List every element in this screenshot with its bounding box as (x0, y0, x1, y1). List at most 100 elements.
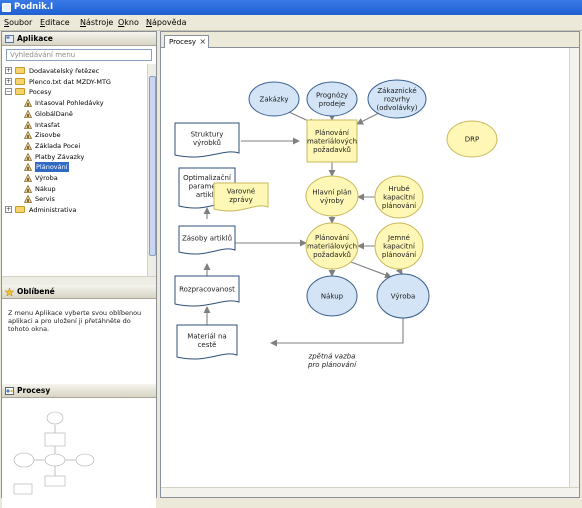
sidebar: Aplikace Vyhledávání menu + Dodavatelský … (1, 31, 157, 508)
tree-item[interactable]: Plánování (2, 162, 142, 173)
folder-icon (15, 88, 25, 96)
planovani-top-node[interactable]: Plánování materiálových požadavků (306, 119, 358, 163)
expand-icon[interactable]: + (5, 206, 12, 214)
prognozy-label: Prognózy prodeje (316, 91, 348, 108)
zakazky-label: Zakázky (260, 96, 289, 104)
preview-header: Procesy (2, 384, 156, 398)
prognozy-node[interactable]: Prognózy prodeje (306, 81, 358, 117)
tab-strip: Procesy × (161, 32, 579, 48)
nakup-node[interactable]: Nákup (306, 275, 358, 317)
struktury-label: Struktury výrobků (191, 130, 224, 147)
tree-item[interactable]: Intasoval Pohledávky (2, 98, 142, 108)
menu-editace[interactable]: Editace (40, 18, 70, 27)
vyroba-node[interactable]: Výroba (376, 273, 430, 319)
tree-item-label: Platby Závazky (35, 152, 85, 161)
menu-nastroje[interactable]: Nástroje (80, 18, 113, 27)
process-icon (24, 184, 32, 193)
tree-item[interactable]: Intasfat (2, 120, 142, 130)
vertical-scrollbar[interactable] (569, 48, 579, 488)
expand-icon[interactable]: + (5, 77, 12, 85)
drp-node[interactable]: DRP (446, 120, 498, 158)
process-preview[interactable] (2, 398, 156, 508)
tree-item-label: Nákup (35, 184, 56, 193)
process-icon (24, 163, 32, 172)
rozpracovanost-node[interactable]: Rozpracovanost (174, 275, 240, 307)
zakaznicke-node[interactable]: Zákaznické rozvrhy (odvolávky) (367, 79, 427, 119)
tree-item-label: Intasfat (35, 120, 60, 129)
tree-item-label: Administrativa (29, 206, 77, 215)
vyroba-label: Výroba (391, 293, 415, 301)
tab-procesy[interactable]: Procesy × (164, 35, 210, 48)
process-icon (24, 174, 32, 182)
collapse-icon[interactable]: − (5, 88, 12, 96)
window-title: Podnik.I (14, 2, 54, 12)
tree-item[interactable]: Platby Závazky (2, 152, 142, 162)
process-icon (24, 131, 32, 140)
struktury-node[interactable]: Struktury výrobků (174, 122, 240, 158)
process-icon (24, 141, 32, 150)
varovne-label: Varovné zprávy (227, 187, 255, 204)
applications-icon (5, 35, 14, 43)
nakup-label: Nákup (321, 293, 344, 301)
tree-item-label: Zisovbe (35, 131, 61, 140)
tree-item[interactable]: Výroba (2, 173, 142, 183)
folder-icon (15, 77, 25, 85)
tree-horizontal-scrollbar[interactable] (2, 276, 156, 285)
material-node[interactable]: Materiál na cestě (176, 324, 238, 360)
search-input[interactable]: Vyhledávání menu (6, 49, 152, 61)
favorites-hint: Z menu Aplikace vyberte svou oblíbenou a… (8, 309, 142, 333)
folder-icon (15, 67, 25, 74)
process-icon (24, 152, 32, 161)
process-icon (24, 109, 32, 118)
tab-label: Procesy (169, 38, 197, 46)
tree-item-label: Plánování (35, 162, 69, 173)
close-icon[interactable]: × (199, 36, 206, 48)
expand-icon[interactable]: + (5, 67, 12, 74)
planovani-mid-node[interactable]: Plánování materiálových požadavků (305, 222, 359, 270)
menu-soubor[interactable]: Soubor (4, 18, 32, 27)
process-icon (24, 120, 32, 129)
zakazky-node[interactable]: Zakázky (248, 81, 300, 117)
tree-item[interactable]: Nákup (2, 184, 142, 194)
drp-label: DRP (465, 136, 479, 144)
tree-item-label: Dodavatelský řetězec (29, 67, 100, 75)
tree-item[interactable]: + Plenco.txt dat MZDY-MTG (2, 77, 142, 87)
app-icon (2, 3, 11, 12)
star-icon (5, 288, 14, 296)
hrube-node[interactable]: Hrubé kapacitní plánování (374, 175, 424, 219)
tree-scrollbar[interactable] (147, 64, 156, 285)
menu-napoveda[interactable]: Nápověda (146, 18, 187, 27)
main-area: Procesy × Zakázky Prognózy prodeje Zákaznic… (160, 31, 580, 498)
tree-item[interactable]: GlobálDaně (2, 109, 142, 119)
arrow-jemne-vyroba (395, 267, 403, 275)
process-diagram: Zakázky Prognózy prodeje Zákaznické rozvrhy(… (174, 79, 498, 369)
preview-title: Procesy (17, 386, 51, 395)
tree-item-label: Servis (35, 195, 55, 204)
menu-okno[interactable]: Okno (118, 18, 139, 27)
tree-item-label: Pocesy (29, 88, 52, 97)
favorites-header: Oblíbené (2, 285, 156, 299)
tree-item[interactable]: Servis (2, 194, 142, 204)
favorites-title: Oblíbené (17, 287, 55, 296)
tree-item-label: Základa Pocei (35, 141, 81, 150)
tree-item-label: GlobálDaně (35, 109, 73, 118)
preview-thumbnail (13, 411, 95, 495)
scroll-thumb[interactable] (149, 76, 156, 256)
tree-item[interactable]: + Administrativa (2, 205, 142, 215)
jemne-node[interactable]: Jemné kapacitní plánování (374, 222, 424, 270)
tree-item[interactable]: + Dodavatelský řetězec (2, 66, 142, 76)
applications-title: Aplikace (17, 34, 53, 43)
menu-bar: Soubor Editace Nástroje Okno Nápověda (0, 15, 582, 31)
zasoby-node[interactable]: Zásoby artiklů (178, 225, 236, 255)
tree-item[interactable]: − Pocesy (2, 87, 142, 97)
tree-item[interactable]: Základa Pocei (2, 141, 142, 151)
tree-item-label: Intasoval Pohledávky (35, 99, 104, 108)
tree-item-label: Výroba (35, 174, 58, 182)
tree-item[interactable]: Zisovbe (2, 130, 142, 140)
zasoby-label: Zásoby artiklů (182, 235, 232, 243)
folder-icon (15, 206, 25, 214)
process-icon (24, 195, 32, 204)
varovne-node[interactable]: Varovné zprávy (213, 182, 269, 212)
hlavni-plan-node[interactable]: Hlavní plán výroby (305, 175, 359, 217)
horizontal-scrollbar[interactable] (161, 487, 579, 497)
